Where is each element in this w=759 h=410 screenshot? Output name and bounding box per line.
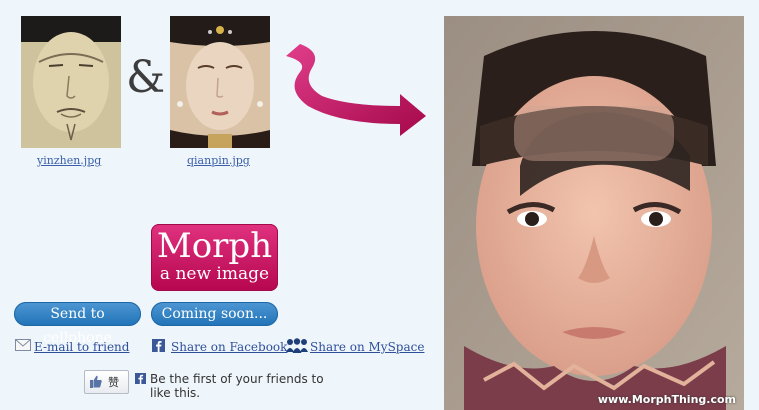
child-face-illustration (444, 16, 744, 410)
source-image-qianpin (170, 16, 270, 148)
facebook-small-icon (135, 373, 146, 384)
source-link-qianpin[interactable]: qianpin.jpg (187, 154, 250, 167)
source-image-yinzhen (21, 16, 121, 148)
morph-button-subtitle: a new image (159, 264, 270, 284)
myspace-icon (286, 338, 308, 353)
share-on-myspace-link[interactable]: Share on MySpace (310, 340, 424, 354)
result-watermark: www.MorphThing.com (597, 393, 736, 406)
facebook-icon (152, 339, 165, 352)
source-link-yinzhen[interactable]: yinzhen.jpg (37, 154, 101, 167)
thumbs-up-icon (90, 375, 102, 388)
envelope-icon (15, 339, 31, 351)
send-to-cellphone-button[interactable]: Send to cellphone (14, 302, 141, 346)
curved-arrow-icon (286, 44, 426, 136)
qianpin-portrait-illustration (170, 16, 270, 148)
morph-button-title: Morph (156, 226, 273, 266)
morph-result-image: www.MorphThing.com (444, 16, 744, 410)
yinzhen-portrait-illustration (21, 16, 121, 148)
facebook-like-button[interactable]: 赞 (84, 370, 129, 394)
share-on-facebook-link[interactable]: Share on Facebook (171, 340, 287, 354)
like-button-label: 赞 (108, 376, 119, 389)
coming-soon-button[interactable]: Coming soon... (151, 302, 278, 326)
ampersand: & (126, 52, 166, 103)
facebook-like-text: Be the first of your friends to like thi… (150, 372, 324, 400)
email-to-friend-link[interactable]: E-mail to friend (34, 340, 129, 354)
morph-new-image-button[interactable]: Morph a new image (151, 224, 278, 291)
